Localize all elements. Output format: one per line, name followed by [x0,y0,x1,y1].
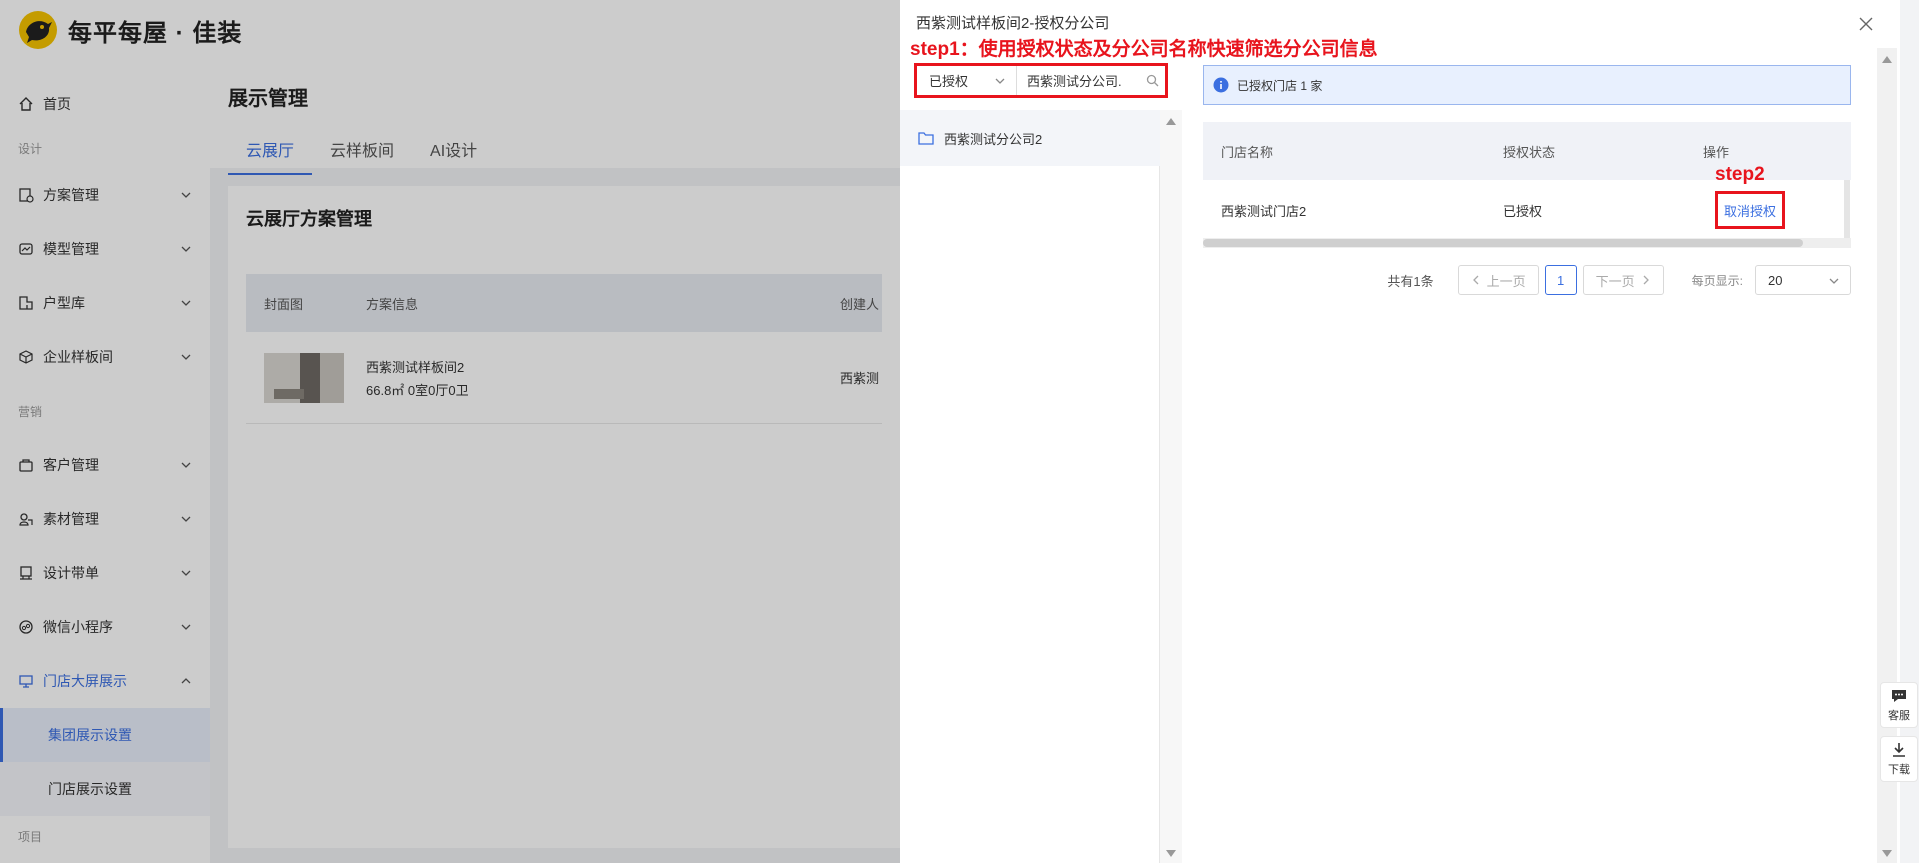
chevron-down-icon [1829,278,1839,284]
chevron-down-icon [995,78,1005,84]
close-icon[interactable] [1856,14,1876,34]
store-panel: 已授权门店 1 家 门店名称 授权状态 操作 西紫测试门店2 已授权 step2… [1203,0,1851,863]
branch-tree: 西紫测试分公司2 [900,110,1160,863]
store-auth-status: 已授权 [1503,203,1543,219]
table-vertical-scrollbar[interactable] [1844,180,1850,240]
column-header: 操作 [1703,144,1730,160]
scroll-up-icon[interactable] [1165,116,1177,126]
prev-page-label: 上一页 [1486,273,1526,289]
next-page-button[interactable]: 下一页 [1582,265,1664,295]
scroll-down-icon[interactable] [1165,849,1177,859]
tree-scrollbar[interactable] [1160,110,1182,863]
download-label: 下载 [1888,764,1910,776]
chevron-left-icon [1472,275,1479,285]
branch-search [1017,66,1165,95]
branch-search-input[interactable] [1027,73,1132,88]
modal-overlay[interactable] [0,0,900,863]
download-button[interactable]: 下载 [1880,736,1918,782]
authorize-drawer: 西紫测试样板间2-授权分公司 step1：使用授权状态及分公司名称快速筛选分公司… [900,0,1900,863]
filter-bar: 已授权 [914,63,1168,98]
cancel-auth-link[interactable]: 取消授权 [1715,191,1785,229]
prev-page-button[interactable]: 上一页 [1457,265,1539,295]
info-icon [1213,77,1229,93]
annotation-step2: step2 [1715,164,1765,185]
auth-status-value: 已授权 [929,74,969,89]
auth-status-select[interactable]: 已授权 [917,66,1017,95]
info-banner: 已授权门店 1 家 [1203,65,1851,105]
search-icon[interactable] [1146,74,1159,87]
scrollbar-thumb[interactable] [1203,239,1803,247]
customer-service-label: 客服 [1888,710,1910,722]
customer-service-button[interactable]: 客服 [1880,682,1918,728]
chevron-right-icon [1643,275,1649,285]
tree-item-branch[interactable]: 西紫测试分公司2 [900,110,1160,166]
tree-item-label: 西紫测试分公司2 [944,131,1043,147]
total-count: 共有1条 [1387,273,1434,289]
info-text: 已授权门店 1 家 [1237,78,1323,93]
per-page-value: 20 [1768,272,1783,288]
per-page-label: 每页显示: [1691,273,1743,288]
store-name: 西紫测试门店2 [1221,203,1307,219]
scroll-up-icon[interactable] [1881,54,1893,64]
chat-icon [1892,690,1906,702]
table-horizontal-scrollbar[interactable] [1203,238,1851,248]
drawer-title: 西紫测试样板间2-授权分公司 [916,15,1110,32]
scroll-down-icon[interactable] [1881,849,1893,859]
column-header: 授权状态 [1503,144,1556,160]
pagination: 共有1条 上一页 1 下一页 每页显示: 20 [1203,265,1851,295]
page-number-button[interactable]: 1 [1544,265,1577,295]
per-page-select[interactable]: 20 [1755,265,1851,295]
column-header: 门店名称 [1221,144,1274,160]
next-page-label: 下一页 [1595,273,1635,289]
folder-icon [918,132,934,145]
download-icon [1893,743,1905,757]
